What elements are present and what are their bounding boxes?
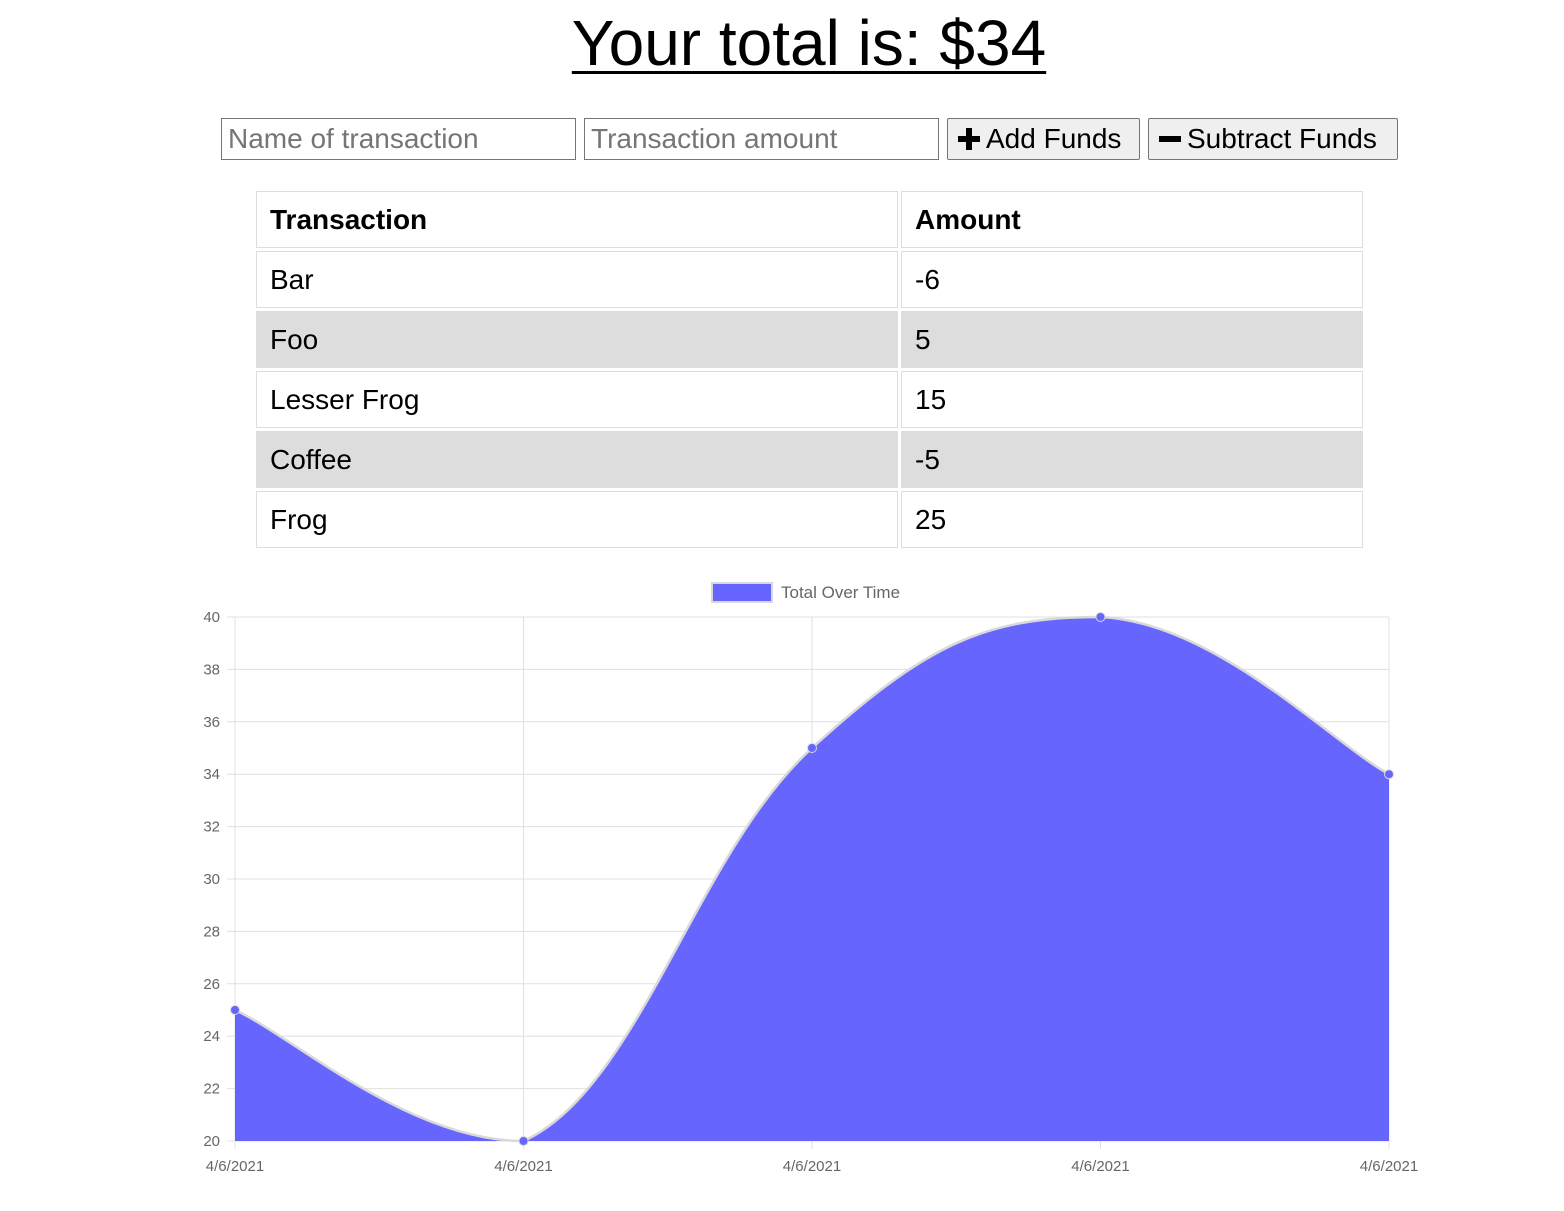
y-tick-label: 28 xyxy=(203,923,220,940)
table-row: Frog 25 xyxy=(256,491,1363,548)
x-tick-label: 4/6/2021 xyxy=(1071,1158,1129,1175)
data-point xyxy=(518,1136,529,1146)
table-header-row: Transaction Amount xyxy=(256,191,1363,248)
table-row: Lesser Frog 15 xyxy=(256,371,1363,428)
plus-icon xyxy=(958,128,980,150)
add-funds-label: Add Funds xyxy=(986,123,1122,154)
transaction-amount-cell: 15 xyxy=(901,371,1363,428)
legend-label: Total Over Time xyxy=(781,583,900,602)
add-funds-button[interactable]: Add Funds xyxy=(947,118,1140,160)
y-axis-ticks: 20 22 24 26 28 30 32 34 36 38 40 xyxy=(203,609,220,1150)
y-tick-label: 36 xyxy=(203,714,220,731)
table-row: Coffee -5 xyxy=(256,431,1363,488)
subtract-funds-label: Subtract Funds xyxy=(1187,123,1377,154)
y-tick-label: 34 xyxy=(203,766,220,783)
data-point xyxy=(230,1005,240,1015)
y-tick-label: 26 xyxy=(203,976,220,993)
transaction-amount-input[interactable] xyxy=(584,118,939,160)
x-tick-label: 4/6/2021 xyxy=(783,1158,841,1175)
y-tick-label: 40 xyxy=(203,609,220,626)
y-tick-label: 22 xyxy=(203,1081,220,1098)
transaction-amount-cell: -6 xyxy=(901,251,1363,308)
transaction-name-input[interactable] xyxy=(221,118,576,160)
legend-swatch xyxy=(711,582,773,603)
transaction-name-cell: Foo xyxy=(256,311,898,368)
x-tick-label: 4/6/2021 xyxy=(494,1158,552,1175)
transaction-name-cell: Bar xyxy=(256,251,898,308)
total-heading: Your total is: $34 xyxy=(571,7,1047,79)
x-tick-label: 4/6/2021 xyxy=(206,1158,264,1175)
transaction-name-cell: Coffee xyxy=(256,431,898,488)
y-tick-label: 32 xyxy=(203,819,220,836)
x-axis-ticks: 4/6/2021 4/6/2021 4/6/2021 4/6/2021 4/6/2021 xyxy=(206,1158,1418,1175)
y-tick-label: 38 xyxy=(203,661,220,678)
subtract-funds-button[interactable]: Subtract Funds xyxy=(1148,118,1398,160)
data-point xyxy=(1095,612,1106,622)
y-tick-label: 24 xyxy=(203,1028,220,1045)
amount-column-header: Amount xyxy=(901,191,1363,248)
minus-icon xyxy=(1159,128,1181,150)
y-tick-label: 30 xyxy=(203,871,220,888)
transaction-name-cell: Frog xyxy=(256,491,898,548)
transaction-name-cell: Lesser Frog xyxy=(256,371,898,428)
table-row: Foo 5 xyxy=(256,311,1363,368)
transaction-amount-cell: -5 xyxy=(901,431,1363,488)
table-row: Bar -6 xyxy=(256,251,1363,308)
data-point xyxy=(807,743,817,753)
transaction-amount-cell: 25 xyxy=(901,491,1363,548)
transaction-column-header: Transaction xyxy=(256,191,898,248)
y-tick-label: 20 xyxy=(203,1133,220,1150)
total-over-time-chart: 2022242628303234363840 4/6/2021 4/6/2021 4… xyxy=(203,582,1418,1175)
chart-legend: Total Over Time xyxy=(711,582,900,603)
data-point xyxy=(1384,769,1394,780)
transaction-amount-cell: 5 xyxy=(901,311,1363,368)
x-tick-label: 4/6/2021 xyxy=(1360,1158,1418,1175)
transactions-table: Transaction Amount Bar -6 Foo 5 Lesser F… xyxy=(253,188,1366,551)
